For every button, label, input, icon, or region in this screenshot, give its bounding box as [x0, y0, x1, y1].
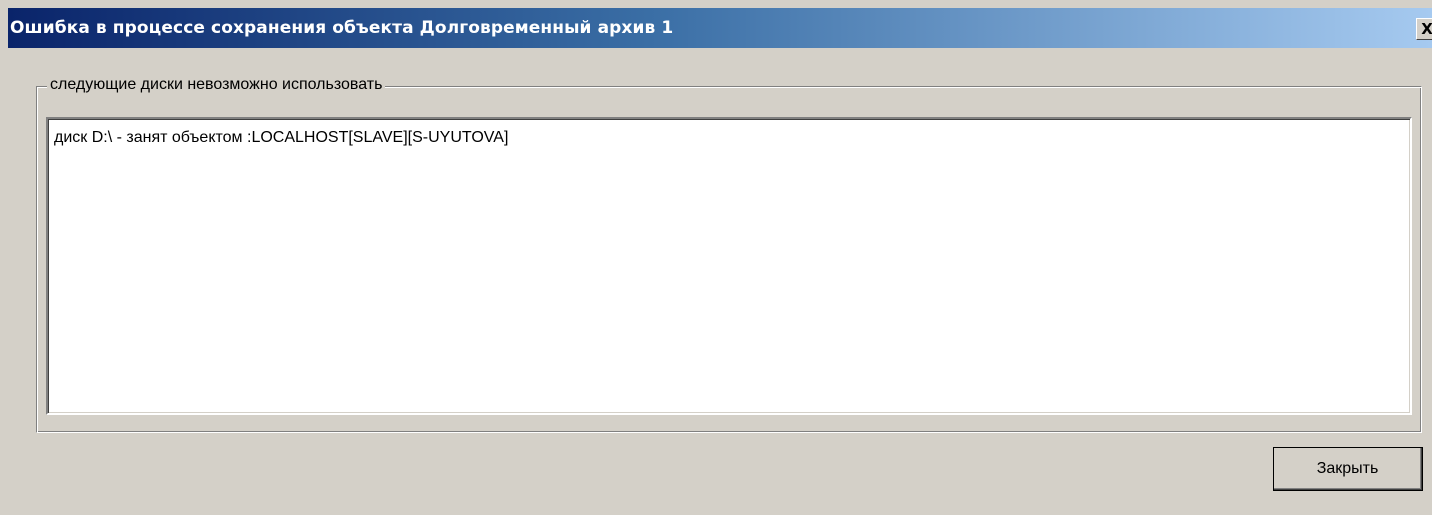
close-button[interactable]: Закрыть	[1273, 447, 1423, 491]
close-window-button[interactable]: X	[1416, 18, 1432, 40]
disk-list[interactable]: диск D:\ - занят объектом :LOCALHOST[SLA…	[46, 117, 1412, 415]
close-button-label: Закрыть	[1316, 459, 1379, 477]
close-icon: X	[1421, 20, 1432, 38]
dialog-title: Ошибка в процессе сохранения объекта Дол…	[10, 18, 674, 38]
list-item[interactable]: диск D:\ - занят объектом :LOCALHOST[SLA…	[54, 129, 508, 147]
error-dialog: Ошибка в процессе сохранения объекта Дол…	[0, 0, 1432, 515]
group-label: следующие диски невозможно использовать	[47, 76, 386, 94]
title-bar[interactable]: Ошибка в процессе сохранения объекта Дол…	[8, 8, 1432, 48]
